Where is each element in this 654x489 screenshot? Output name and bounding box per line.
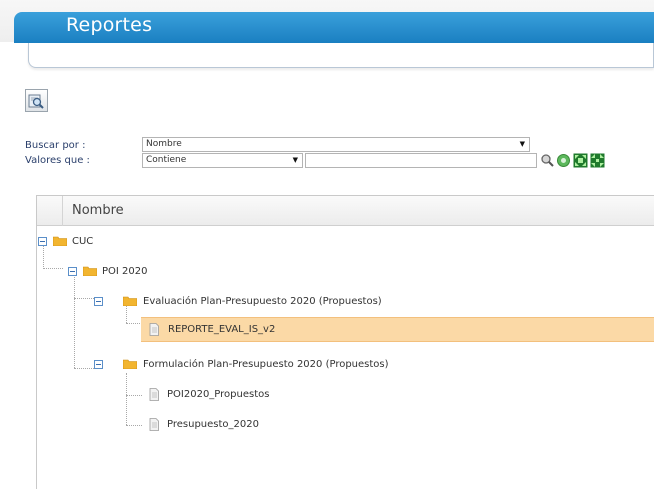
collapse-toggle-icon[interactable]	[94, 297, 103, 306]
tree-node-label: POI 2020	[102, 266, 148, 277]
valores-que-label: Valores que :	[25, 155, 90, 166]
grid-header-corner	[37, 196, 63, 226]
chevron-down-icon: ▼	[292, 156, 298, 164]
page-title: Reportes	[66, 14, 153, 36]
search-go-icon[interactable]	[540, 153, 555, 168]
report-file-icon	[149, 418, 159, 431]
valores-que-value: Contiene	[146, 155, 187, 165]
valores-que-input[interactable]	[305, 153, 537, 168]
tree-node-label: Evaluación Plan-Presupuesto 2020 (Propue…	[143, 296, 382, 307]
tree-connector	[126, 323, 142, 324]
valores-que-select[interactable]: Contiene ▼	[142, 153, 303, 168]
buscar-por-label: Buscar por :	[25, 140, 86, 151]
search-tool-icon	[28, 94, 44, 109]
tree-node-label: Formulación Plan-Presupuesto 2020 (Propu…	[143, 359, 389, 370]
chevron-down-icon: ▼	[519, 140, 525, 148]
tree-node-label: CUC	[72, 236, 94, 247]
report-file-icon	[149, 323, 159, 336]
collapse-toggle-icon[interactable]	[38, 237, 47, 246]
tree-node-label: Presupuesto_2020	[167, 419, 259, 430]
tree-row-presupuesto-2020[interactable]: Presupuesto_2020	[36, 412, 654, 438]
tree-node-label: REPORTE_EVAL_IS_v2	[168, 324, 276, 335]
column-header-nombre[interactable]: Nombre	[72, 203, 124, 218]
tree-node-label: POI2020_Propuestos	[167, 389, 270, 400]
folder-icon	[53, 236, 67, 246]
collapse-toggle-icon[interactable]	[94, 360, 103, 369]
collapse-all-icon[interactable]	[590, 153, 605, 168]
folder-icon	[123, 296, 137, 306]
buscar-por-select[interactable]: Nombre ▼	[142, 137, 530, 152]
folder-icon	[83, 266, 97, 276]
tree-row-formulacion[interactable]: Formulación Plan-Presupuesto 2020 (Propu…	[36, 352, 654, 378]
tree-row-evaluacion[interactable]: Evaluación Plan-Presupuesto 2020 (Propue…	[36, 289, 654, 315]
tree-row-cuc[interactable]: CUC	[36, 229, 654, 255]
buscar-por-value: Nombre	[146, 139, 182, 149]
tree-row-poi-2020[interactable]: POI 2020	[36, 259, 654, 285]
header-panel	[28, 43, 654, 68]
tree-row-poi2020-propuestos[interactable]: POI2020_Propuestos	[36, 382, 654, 408]
collapse-toggle-icon[interactable]	[68, 267, 77, 276]
search-tool-button[interactable]	[25, 89, 48, 112]
reset-icon[interactable]	[556, 153, 571, 168]
report-file-icon	[149, 388, 159, 401]
grid-header: Nombre	[37, 196, 654, 226]
expand-all-icon[interactable]	[573, 153, 588, 168]
tree-row-reporte-eval[interactable]: REPORTE_EVAL_IS_v2	[141, 317, 654, 342]
folder-icon	[123, 359, 137, 369]
